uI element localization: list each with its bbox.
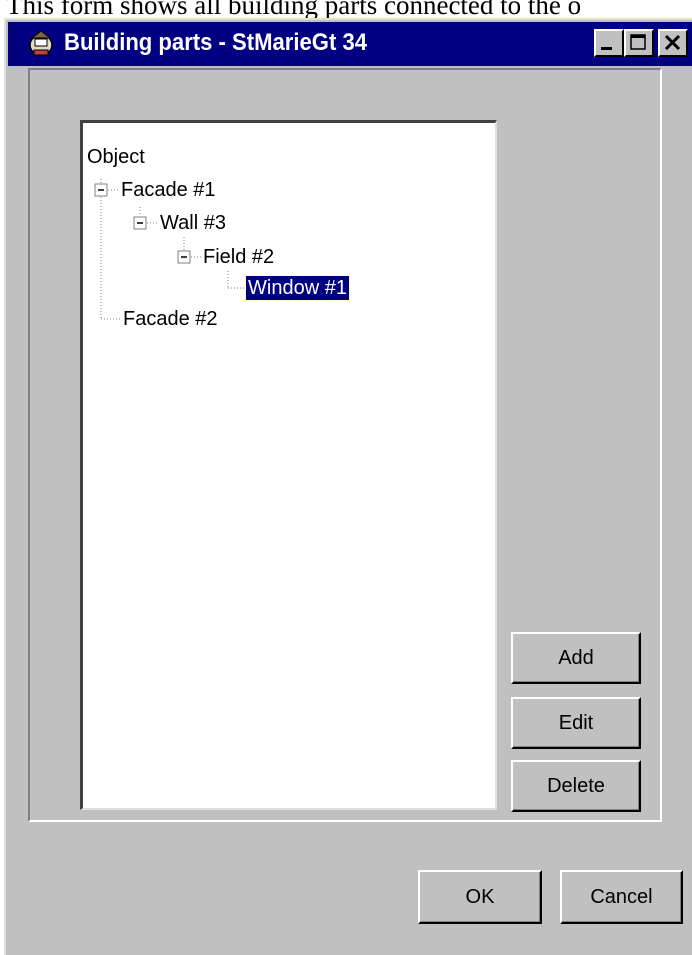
tree-node-facade-1[interactable]: Facade #1 <box>119 178 218 202</box>
collapse-icon-field-2 <box>177 250 191 264</box>
minimize-icon <box>601 47 612 50</box>
edit-button[interactable]: Edit <box>511 697 641 749</box>
ok-button[interactable]: OK <box>418 870 542 924</box>
close-button[interactable] <box>658 29 688 57</box>
tree-node-window-1[interactable]: Window #1 <box>245 275 350 301</box>
close-icon <box>664 34 681 51</box>
maximize-button[interactable] <box>624 29 654 57</box>
delete-button[interactable]: Delete <box>511 760 641 812</box>
minimize-button[interactable] <box>594 29 624 57</box>
app-icon <box>29 30 53 56</box>
window-title: Building parts - StMarieGt 34 <box>64 29 368 56</box>
building-parts-tree[interactable]: Object Facade #1 Wall #3 Field #2 Window… <box>80 120 497 810</box>
tree-node-facade-2[interactable]: Facade #2 <box>121 307 220 331</box>
collapse-icon-wall-3 <box>133 216 147 230</box>
cancel-button[interactable]: Cancel <box>560 870 683 924</box>
tree-node-wall-3[interactable]: Wall #3 <box>158 211 228 235</box>
collapse-icon-facade-1 <box>94 183 108 197</box>
tree-root[interactable]: Object <box>85 145 147 169</box>
add-button[interactable]: Add <box>511 632 641 684</box>
tree-connector-lines <box>94 179 245 320</box>
title-bar[interactable]: Building parts - StMarieGt 34 <box>8 22 692 66</box>
maximize-icon <box>630 34 646 50</box>
tree-node-field-2[interactable]: Field #2 <box>201 245 276 269</box>
